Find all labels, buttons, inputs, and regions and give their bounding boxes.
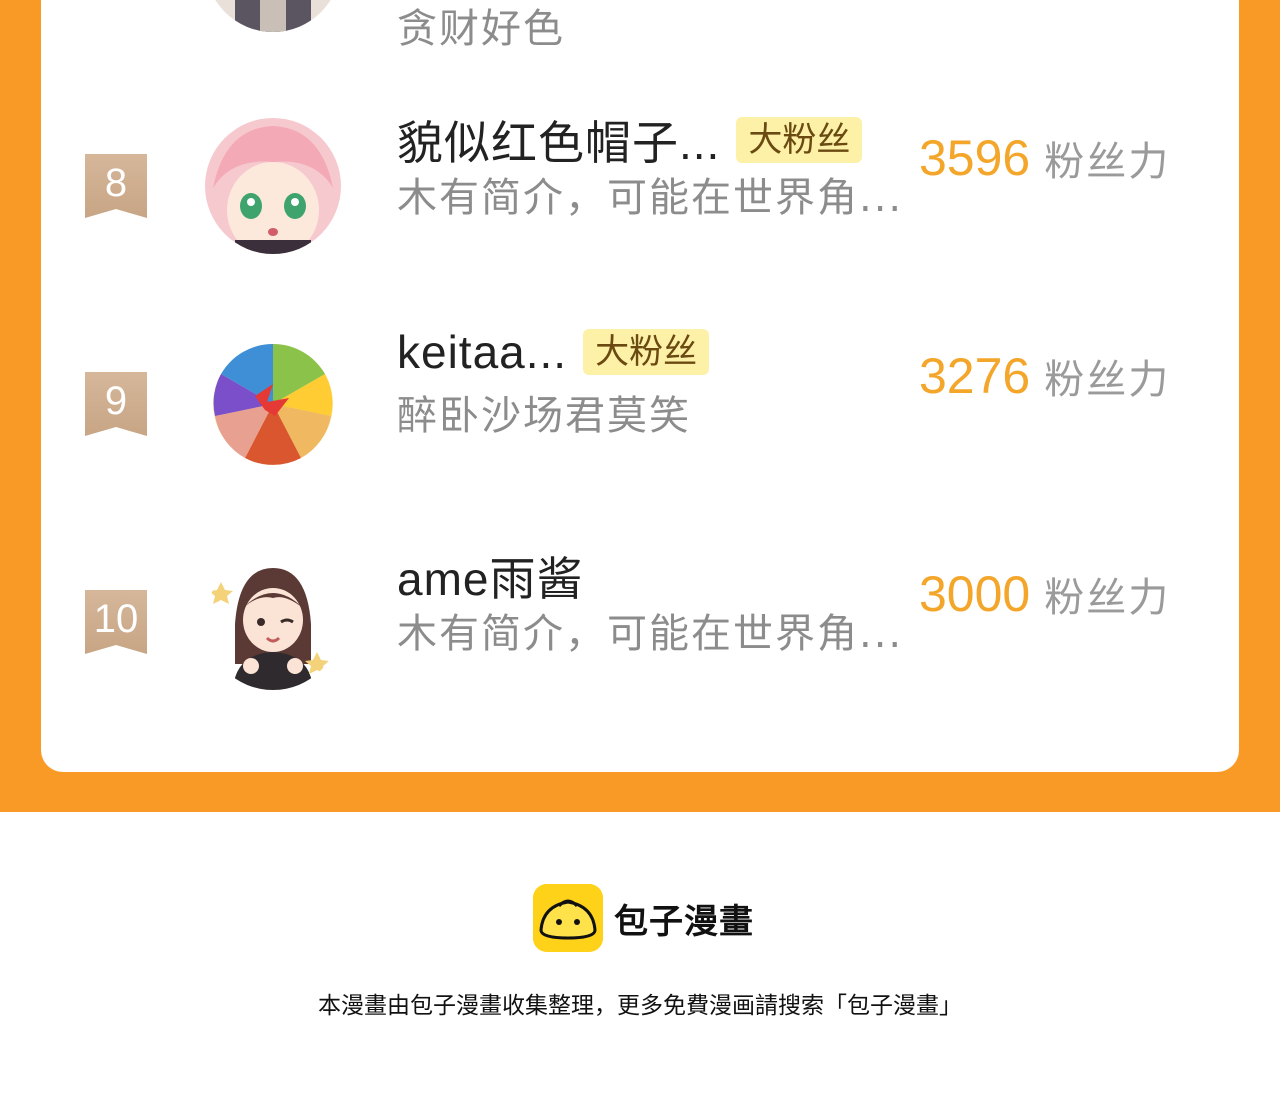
user-intro: 木有简介，可能在世界角... — [397, 611, 904, 657]
avatar[interactable] — [205, 0, 341, 32]
fans-unit: 粉丝力 — [1044, 357, 1171, 403]
fans-unit: 粉丝力 — [1044, 139, 1171, 185]
fans-value: 3596 — [919, 130, 1031, 186]
rank-flag-icon: 10 — [85, 590, 147, 654]
fans-power: 3276 粉丝力 — [919, 347, 1170, 405]
avatar[interactable] — [205, 118, 341, 254]
avatar[interactable] — [205, 554, 341, 690]
user-name[interactable]: 貌似红色帽子... — [397, 107, 720, 173]
fans-unit: 粉丝力 — [1044, 575, 1171, 621]
page: 贪财好色 8 貌似红色帽子... 大粉丝 木有简介，可能在世界角... 3596… — [0, 0, 1280, 1094]
fans-power: 3596 粉丝力 — [919, 129, 1170, 187]
user-name-line: 貌似红色帽子... 大粉丝 — [397, 107, 863, 173]
user-intro: 贪财好色 — [397, 6, 565, 52]
footer-brand-name: 包子漫畫 — [614, 902, 754, 942]
user-intro: 醉卧沙场君莫笑 — [397, 393, 691, 439]
rank-flag-icon: 9 — [85, 372, 147, 436]
user-name-line: keitaa... 大粉丝 — [397, 325, 710, 379]
user-name-line: ame雨酱 — [397, 543, 583, 609]
rank-flag-icon: 8 — [85, 154, 147, 218]
fans-value: 3276 — [919, 348, 1031, 404]
ranking-row[interactable]: 8 貌似红色帽子... 大粉丝 木有简介，可能在世界角... 3596 粉丝力 — [41, 107, 1239, 287]
user-intro: 木有简介，可能在世界角... — [397, 175, 904, 221]
fans-ranking-card: 贪财好色 8 貌似红色帽子... 大粉丝 木有简介，可能在世界角... 3596… — [41, 0, 1239, 772]
user-name[interactable]: ame雨酱 — [397, 543, 583, 609]
ranking-row[interactable]: 10 ame雨酱 木有简介，可能在世界角... 3000 粉丝力 — [41, 543, 1239, 723]
fan-level-badge: 大粉丝 — [583, 329, 710, 375]
fans-value: 3000 — [919, 566, 1031, 622]
baozi-logo-icon — [533, 884, 603, 952]
avatar[interactable] — [205, 336, 341, 472]
ranking-row[interactable]: 9 keitaa... 大粉丝 醉卧沙场君莫笑 3276 粉丝力 — [41, 325, 1239, 505]
user-name[interactable]: keitaa... — [397, 325, 567, 379]
fans-power: 3000 粉丝力 — [919, 565, 1170, 623]
fan-level-badge: 大粉丝 — [736, 117, 863, 163]
footer-note: 本漫畫由包子漫畫收集整理，更多免費漫画請搜索「包子漫畫」 — [318, 993, 962, 1019]
